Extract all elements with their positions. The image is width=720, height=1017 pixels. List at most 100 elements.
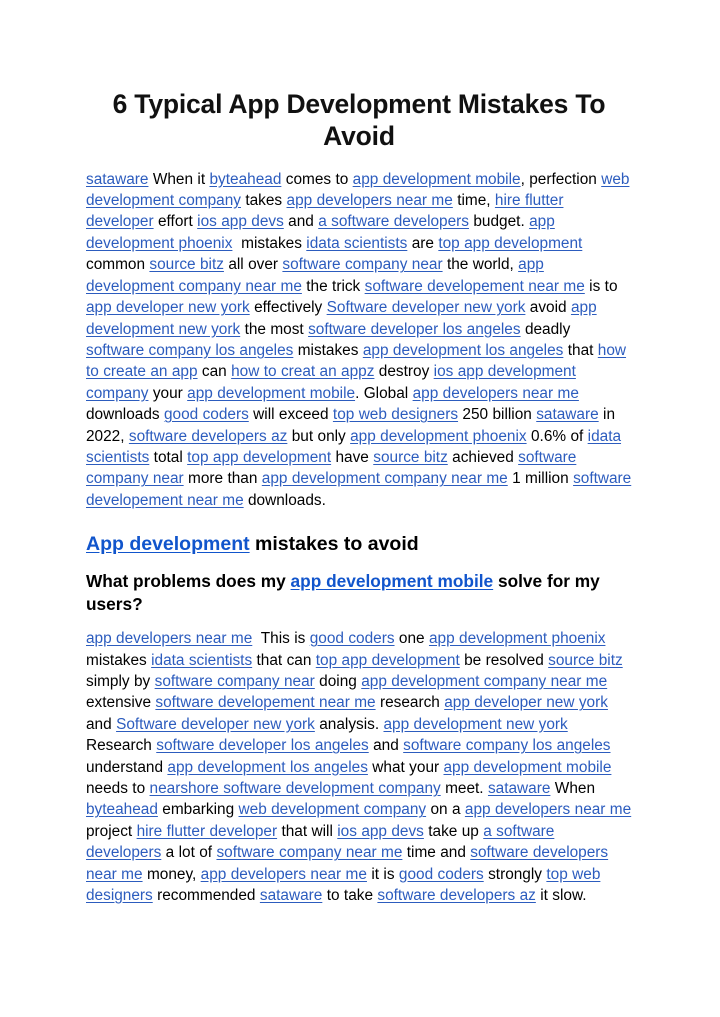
inline-text: When — [550, 779, 596, 797]
inline-link[interactable]: app developers near me — [201, 866, 367, 883]
inline-link[interactable]: good coders — [164, 406, 249, 423]
inline-text: destroy — [374, 363, 434, 381]
inline-text: . Global — [355, 384, 413, 402]
inline-link[interactable]: software company los angeles — [86, 342, 293, 359]
inline-link[interactable]: software developers az — [377, 887, 535, 904]
inline-link[interactable]: software developer los angeles — [156, 737, 368, 754]
inline-link[interactable]: app development mobile — [291, 571, 494, 591]
inline-text: comes to — [281, 170, 353, 188]
inline-text: project — [86, 822, 137, 840]
inline-text: achieved — [447, 448, 519, 466]
inline-link[interactable]: app development mobile — [187, 385, 355, 402]
inline-text: research — [375, 694, 445, 712]
inline-link[interactable]: app development phoenix — [429, 630, 605, 647]
inline-link[interactable]: app developers near me — [413, 385, 579, 402]
inline-link[interactable]: web development company — [239, 801, 427, 818]
inline-link[interactable]: software company los angeles — [403, 737, 610, 754]
inline-link[interactable]: software company near me — [216, 844, 402, 861]
inline-text: 1 million — [507, 470, 574, 488]
inline-link[interactable]: app development mobile — [353, 171, 521, 188]
inline-link[interactable]: app development company near me — [361, 673, 607, 690]
inline-link[interactable]: ios app devs — [337, 823, 424, 840]
inline-text: that — [563, 341, 598, 359]
inline-link[interactable]: sataware — [86, 171, 148, 188]
inline-text: This is — [252, 630, 310, 648]
inline-text: is to — [584, 277, 618, 295]
inline-text: but only — [287, 427, 351, 445]
inline-text: on a — [426, 801, 465, 819]
inline-text: Research — [86, 737, 157, 755]
inline-link[interactable]: source bitz — [373, 449, 448, 466]
inline-link[interactable]: app development los angeles — [167, 759, 368, 776]
inline-text: more than — [183, 470, 262, 488]
inline-text: it is — [366, 865, 399, 883]
inline-text: strongly — [483, 865, 547, 883]
inline-link[interactable]: nearshore software development company — [150, 780, 441, 797]
inline-link[interactable]: top app development — [187, 449, 331, 466]
inline-link[interactable]: Software developer new york — [116, 716, 315, 733]
inline-link[interactable]: byteahead — [209, 171, 281, 188]
inline-link[interactable]: sataware — [536, 406, 598, 423]
inline-link[interactable]: Software developer new york — [327, 299, 526, 316]
inline-link[interactable]: how to creat an appz — [231, 363, 374, 380]
inline-text: When it — [148, 170, 210, 188]
inline-text: mistakes to avoid — [249, 533, 419, 556]
inline-text: total — [149, 448, 188, 466]
inline-link[interactable]: source bitz — [548, 652, 623, 669]
inline-text: deadly — [520, 320, 571, 338]
inline-link[interactable]: sataware — [260, 887, 322, 904]
inline-link[interactable]: good coders — [310, 630, 395, 647]
inline-link[interactable]: idata scientists — [151, 652, 252, 669]
document-page: 6 Typical App Development Mistakes To Av… — [0, 0, 720, 1017]
inline-text: recommended — [152, 886, 260, 904]
inline-link[interactable]: software developement near me — [365, 278, 585, 295]
inline-text: simply by — [86, 672, 155, 690]
inline-text: be resolved — [459, 651, 549, 669]
inline-link[interactable]: app development company near me — [262, 470, 508, 487]
inline-link[interactable]: app developers near me — [465, 801, 631, 818]
inline-link[interactable]: app developer new york — [86, 299, 250, 316]
inline-link[interactable]: app development los angeles — [363, 342, 564, 359]
inline-link[interactable]: App development — [86, 533, 250, 555]
inline-link[interactable]: software developer los angeles — [308, 321, 520, 338]
inline-link[interactable]: app developers near me — [287, 192, 453, 209]
inline-text: one — [394, 630, 429, 648]
inline-text: can — [197, 363, 232, 381]
inline-text: understand — [86, 758, 168, 776]
inline-link[interactable]: top app development — [438, 235, 582, 252]
inline-link[interactable]: top app development — [316, 652, 460, 669]
inline-link[interactable]: app development new york — [383, 716, 567, 733]
inline-text: your — [148, 384, 188, 402]
inline-link[interactable]: source bitz — [149, 256, 224, 273]
inline-link[interactable]: idata scientists — [306, 235, 407, 252]
inline-link[interactable]: sataware — [488, 780, 550, 797]
inline-link[interactable]: a software developers — [318, 213, 469, 230]
inline-link[interactable]: app developer new york — [444, 694, 608, 711]
inline-link[interactable]: good coders — [399, 866, 484, 883]
inline-text: that can — [252, 651, 316, 669]
inline-link[interactable]: hire flutter developer — [137, 823, 278, 840]
inline-link[interactable]: software company near — [155, 673, 315, 690]
inline-text: downloads — [86, 406, 164, 424]
inline-link[interactable]: app developers near me — [86, 630, 252, 647]
inline-link[interactable]: ios app devs — [197, 213, 284, 230]
inline-text: mistakes — [86, 651, 152, 669]
inline-text: a lot of — [161, 844, 217, 862]
inline-link[interactable]: app development mobile — [444, 759, 612, 776]
inline-link[interactable]: app development phoenix — [350, 428, 526, 445]
subsection-heading-what-problems: What problems does my app development mo… — [86, 570, 632, 616]
inline-link[interactable]: byteahead — [86, 801, 158, 818]
inline-text: What problems does my — [86, 571, 291, 592]
inline-text: the most — [240, 320, 309, 338]
inline-text: and — [86, 715, 117, 733]
inline-link[interactable]: software company near — [282, 256, 442, 273]
inline-text: effectively — [249, 299, 327, 317]
inline-text: needs to — [86, 779, 150, 797]
inline-link[interactable]: software developement near me — [155, 694, 375, 711]
inline-text: embarking — [157, 801, 239, 819]
inline-text: money, — [142, 865, 201, 883]
inline-text: mistakes — [232, 234, 307, 252]
inline-link[interactable]: top web designers — [333, 406, 458, 423]
inline-link[interactable]: software developers az — [129, 428, 287, 445]
